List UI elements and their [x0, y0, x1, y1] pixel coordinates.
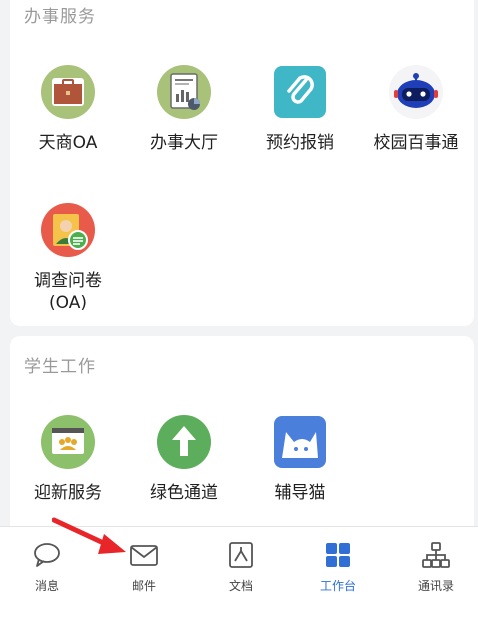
tab-contacts[interactable]: 通讯录	[396, 539, 476, 594]
app-welcome-service[interactable]: 迎新服务	[10, 414, 126, 504]
paperclip-icon	[272, 64, 328, 120]
tab-workbench[interactable]: 工作台	[298, 539, 378, 594]
annotation-arrow-icon	[52, 517, 126, 554]
tab-label: 通讯录	[417, 579, 454, 593]
upload-arrow-icon	[156, 414, 212, 470]
report-icon	[156, 64, 212, 120]
app-service-hall[interactable]: 办事大厅	[126, 64, 242, 154]
cat-icon	[272, 414, 328, 470]
app-label: 办事大厅	[150, 133, 218, 153]
app-campus-helper[interactable]: 校园百事通	[358, 64, 474, 154]
tab-label: 消息	[34, 579, 59, 593]
app-label: 调查问卷 (OA)	[34, 271, 102, 313]
tab-label: 文档	[228, 579, 253, 593]
app-label: 绿色通道	[150, 483, 218, 503]
app-label: 辅导猫	[274, 483, 326, 503]
tab-label: 邮件	[131, 579, 156, 593]
grid-icon	[326, 543, 350, 567]
app-label: 校园百事通	[373, 133, 459, 153]
briefcase-icon	[40, 64, 96, 120]
app-label: 迎新服务	[34, 483, 102, 503]
tab-documents[interactable]: 文档	[201, 539, 281, 594]
mail-icon	[130, 545, 158, 566]
section-title-student-work: 学生工作	[24, 357, 96, 377]
app-tutor-cat[interactable]: 辅导猫	[242, 414, 358, 504]
app-tianshang-oa[interactable]: 天商OA	[10, 64, 126, 154]
app-survey-oa[interactable]: 调查问卷 (OA)	[10, 202, 126, 314]
org-chart-icon	[422, 542, 450, 568]
robot-icon	[388, 64, 444, 120]
survey-icon	[40, 202, 96, 258]
app-label: 天商OA	[38, 133, 98, 153]
section-title-office-services: 办事服务	[24, 7, 96, 27]
app-green-channel[interactable]: 绿色通道	[126, 414, 242, 504]
document-icon	[229, 542, 253, 568]
app-reimbursement[interactable]: 预约报销	[242, 64, 358, 154]
app-label: 预约报销	[266, 133, 334, 153]
welcome-icon	[40, 414, 96, 470]
tab-label: 工作台	[319, 579, 356, 593]
